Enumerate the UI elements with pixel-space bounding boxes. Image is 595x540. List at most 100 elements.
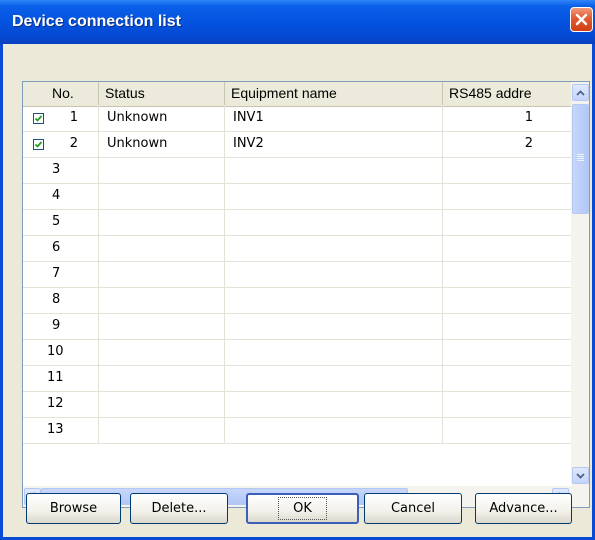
window-title: Device connection list (12, 13, 181, 30)
equipment-name-cell (225, 236, 443, 262)
row-checkbox[interactable] (33, 113, 44, 124)
vertical-scroll-thumb[interactable] (572, 104, 589, 214)
scroll-down-button[interactable] (572, 467, 589, 484)
ok-button-label: OK (278, 497, 327, 520)
status-cell: Unknown (99, 106, 225, 132)
row-number: 6 (52, 240, 61, 255)
row-number: 11 (47, 370, 64, 385)
cancel-button[interactable]: Cancel (364, 493, 462, 524)
column-header-equipment-name[interactable]: Equipment name (225, 82, 443, 105)
row-checkbox[interactable] (33, 139, 44, 150)
rs485-address-cell: 2 (443, 132, 571, 158)
status-cell (99, 236, 225, 262)
row-number: 8 (52, 292, 61, 307)
row-number-cell: 9 (23, 314, 99, 340)
equipment-name-cell (225, 288, 443, 314)
rs485-address-cell (443, 418, 571, 444)
list-rows: 1 Unknown INV1 1 2 Unknown INV2 2 3 4 5 … (23, 106, 571, 486)
status-cell (99, 392, 225, 418)
delete-button[interactable]: Delete... (130, 493, 228, 524)
row-number: 7 (52, 266, 61, 281)
status-cell (99, 210, 225, 236)
dialog-window: Device connection list No. Status Equipm… (0, 0, 595, 540)
vertical-scrollbar[interactable] (571, 82, 589, 486)
row-number-cell: 6 (23, 236, 99, 262)
equipment-name-cell (225, 158, 443, 184)
close-icon (575, 13, 588, 26)
table-row[interactable]: 2 Unknown INV2 2 (23, 132, 571, 158)
rs485-address-cell (443, 210, 571, 236)
row-number: 9 (52, 318, 61, 333)
dialog-body: No. Status Equipment name RS485 addre 1 … (3, 44, 592, 537)
row-number-cell: 11 (23, 366, 99, 392)
column-header-status[interactable]: Status (99, 82, 225, 105)
table-row[interactable]: 4 (23, 184, 571, 210)
row-number: 12 (47, 396, 64, 411)
table-row[interactable]: 6 (23, 236, 571, 262)
table-row[interactable]: 10 (23, 340, 571, 366)
row-number: 1 (69, 110, 78, 125)
row-number-cell: 7 (23, 262, 99, 288)
row-number-cell: 4 (23, 184, 99, 210)
equipment-name-cell (225, 366, 443, 392)
rs485-address-cell (443, 158, 571, 184)
equipment-name-cell (225, 262, 443, 288)
status-cell (99, 262, 225, 288)
row-number-cell: 8 (23, 288, 99, 314)
equipment-name-cell (225, 340, 443, 366)
status-cell (99, 288, 225, 314)
equipment-name-cell (225, 418, 443, 444)
table-row[interactable]: 9 (23, 314, 571, 340)
table-row[interactable]: 1 Unknown INV1 1 (23, 106, 571, 132)
chevron-down-icon (576, 472, 585, 479)
status-cell (99, 158, 225, 184)
equipment-name-cell (225, 392, 443, 418)
table-row[interactable]: 3 (23, 158, 571, 184)
table-row[interactable]: 5 (23, 210, 571, 236)
table-row[interactable]: 11 (23, 366, 571, 392)
scroll-up-button[interactable] (572, 84, 589, 101)
row-number-cell: 13 (23, 418, 99, 444)
equipment-name-cell: INV1 (225, 106, 443, 132)
row-number: 3 (52, 162, 61, 177)
chevron-up-icon (576, 89, 585, 96)
check-icon (34, 141, 43, 148)
equipment-name-cell: INV2 (225, 132, 443, 158)
browse-button[interactable]: Browse (26, 493, 121, 524)
row-number: 13 (47, 422, 64, 437)
rs485-address-cell (443, 236, 571, 262)
status-cell (99, 340, 225, 366)
rs485-address-cell: 1 (443, 106, 571, 132)
rs485-address-cell (443, 262, 571, 288)
title-bar[interactable]: Device connection list (0, 0, 595, 44)
status-cell (99, 366, 225, 392)
table-row[interactable]: 13 (23, 418, 571, 444)
rs485-address-cell (443, 366, 571, 392)
row-number-cell: 1 (23, 106, 99, 132)
equipment-name-cell (225, 210, 443, 236)
row-number: 2 (69, 136, 78, 151)
row-number: 4 (52, 188, 61, 203)
list-header: No. Status Equipment name RS485 addre (23, 82, 571, 107)
rs485-address-cell (443, 392, 571, 418)
row-number-cell: 3 (23, 158, 99, 184)
column-header-no[interactable]: No. (23, 82, 99, 105)
status-cell (99, 184, 225, 210)
equipment-name-cell (225, 314, 443, 340)
close-button[interactable] (570, 7, 593, 32)
device-list[interactable]: No. Status Equipment name RS485 addre 1 … (22, 81, 590, 508)
table-row[interactable]: 7 (23, 262, 571, 288)
status-cell: Unknown (99, 132, 225, 158)
table-row[interactable]: 8 (23, 288, 571, 314)
row-number-cell: 2 (23, 132, 99, 158)
rs485-address-cell (443, 314, 571, 340)
column-header-rs485-address[interactable]: RS485 addre (443, 82, 571, 105)
rs485-address-cell (443, 288, 571, 314)
table-row[interactable]: 12 (23, 392, 571, 418)
rs485-address-cell (443, 340, 571, 366)
row-number-cell: 5 (23, 210, 99, 236)
advance-button[interactable]: Advance... (475, 493, 572, 524)
row-number: 5 (52, 214, 61, 229)
ok-button[interactable]: OK (246, 493, 359, 524)
row-number-cell: 12 (23, 392, 99, 418)
